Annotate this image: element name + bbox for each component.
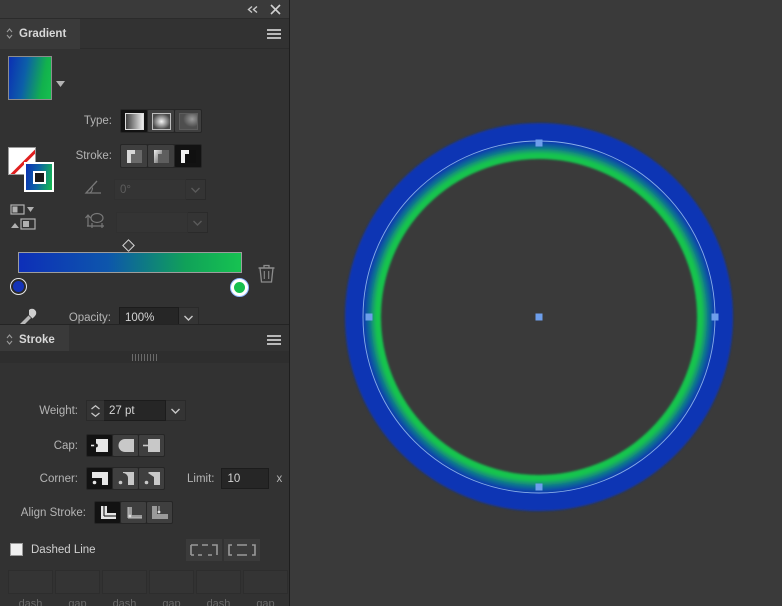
gap-field-1[interactable]: [55, 570, 100, 594]
panel-grip-icon: [6, 334, 13, 345]
dash-field-2[interactable]: [102, 570, 147, 594]
dash-field-1[interactable]: [8, 570, 53, 594]
angle-icon: [84, 179, 104, 200]
align-stroke-outside-button[interactable]: [147, 502, 172, 523]
linear-gradient-button[interactable]: [121, 110, 147, 132]
dash-caption-2: dash: [112, 598, 137, 606]
collapse-double-chevron-icon[interactable]: [243, 0, 263, 19]
miter-join-button[interactable]: [87, 468, 112, 489]
projecting-cap-button[interactable]: [139, 435, 164, 456]
gradient-slider-track[interactable]: [18, 252, 242, 273]
swatch-mode-icons[interactable]: [10, 204, 40, 235]
weight-label: Weight:: [39, 404, 78, 417]
gradient-angle-dropdown[interactable]: [186, 179, 206, 200]
limit-label: Limit:: [187, 472, 215, 485]
dash-gap-inputs: [8, 570, 288, 594]
align-stroke-buttons[interactable]: [94, 501, 173, 524]
gradient-stroke-buttons[interactable]: [120, 144, 202, 168]
gradient-preview-swatch[interactable]: [8, 56, 52, 100]
stroke-panel-body: Weight: 27 pt Cap: Corner: Limit: 10 x A…: [0, 351, 289, 606]
panel-menu-icon[interactable]: [267, 28, 281, 39]
dash-preset-buttons: [186, 539, 260, 561]
align-stroke-inside-button[interactable]: [121, 502, 146, 523]
gradient-aspect-dropdown[interactable]: [188, 212, 208, 233]
dashed-line-checkbox[interactable]: [10, 543, 23, 556]
gradient-panel-body: Type: Stroke: 0° Opacity: 100%: [0, 49, 289, 361]
gap-caption-3: gap: [256, 598, 275, 606]
dash-caption-3: dash: [206, 598, 231, 606]
radial-gradient-button[interactable]: [148, 110, 174, 132]
gradient-angle-row: 0°: [84, 179, 206, 200]
gradient-stroke-label: Stroke:: [75, 150, 112, 162]
gap-field-3[interactable]: [243, 570, 288, 594]
limit-unit: x: [276, 472, 283, 485]
dash-caption-1: dash: [18, 598, 43, 606]
panel-menu-icon[interactable]: [267, 334, 281, 345]
gradient-across-stroke-button[interactable]: [175, 145, 201, 167]
dashed-line-label: Dashed Line: [31, 543, 96, 556]
gradient-midpoint[interactable]: [122, 239, 135, 252]
corner-row: Corner: Limit: 10 x: [25, 467, 282, 490]
panel-grip-icon: [6, 28, 13, 39]
limit-field[interactable]: 10: [221, 468, 270, 489]
gradient-panel: Gradient Type: Stroke: 0° Opacity: 100%: [0, 18, 289, 361]
aspect-ratio-icon: [84, 211, 106, 234]
gradient-aspect-field[interactable]: [116, 212, 188, 233]
stroke-panel: Stroke Weight: 27 pt Cap: Corner: Limit:…: [0, 324, 289, 606]
gradient-panel-header: Gradient: [0, 18, 289, 49]
gradient-stop-start[interactable]: [10, 278, 27, 295]
panel-dock: Gradient Type: Stroke: 0° Opacity: 100% …: [0, 0, 290, 606]
tab-stroke[interactable]: Stroke: [0, 324, 69, 355]
gap-field-2[interactable]: [149, 570, 194, 594]
cap-label: Cap:: [53, 439, 78, 452]
align-dashes-to-corners-button[interactable]: [224, 539, 260, 561]
tab-gradient[interactable]: Gradient: [0, 18, 81, 49]
freeform-gradient-button[interactable]: [175, 110, 201, 132]
dock-titlebar: [0, 0, 289, 19]
circle-artwork[interactable]: [290, 0, 782, 606]
gradient-stop-end[interactable]: [230, 278, 249, 297]
opacity-label: Opacity:: [68, 311, 111, 324]
dashed-line-row: Dashed Line: [10, 543, 96, 556]
weight-field[interactable]: 27 pt: [104, 400, 166, 421]
trash-icon[interactable]: [258, 264, 275, 288]
stroke-panel-title: Stroke: [19, 333, 55, 346]
gradient-stroke-row: Stroke:: [52, 144, 202, 168]
weight-row: Weight: 27 pt: [26, 400, 186, 421]
align-stroke-row: Align Stroke:: [8, 501, 173, 524]
gap-caption-1: gap: [68, 598, 87, 606]
gradient-type-buttons[interactable]: [120, 109, 202, 133]
gradient-type-row: Type:: [68, 109, 202, 133]
cap-buttons[interactable]: [86, 434, 165, 457]
gradient-type-label: Type:: [83, 115, 112, 127]
cap-row: Cap:: [44, 434, 165, 457]
gradient-within-stroke-button[interactable]: [121, 145, 147, 167]
corner-buttons[interactable]: [86, 467, 165, 490]
corner-label: Corner:: [39, 472, 78, 485]
align-stroke-center-button[interactable]: [95, 502, 120, 523]
gradient-slider[interactable]: [10, 239, 249, 297]
preserve-exact-dash-gap-lengths-button[interactable]: [186, 539, 222, 561]
gap-caption-2: gap: [162, 598, 181, 606]
artboard-canvas[interactable]: [290, 0, 782, 606]
round-cap-button[interactable]: [113, 435, 138, 456]
align-stroke-label: Align Stroke:: [20, 506, 86, 519]
weight-dropdown[interactable]: [166, 400, 186, 421]
panel-resize-grip[interactable]: [0, 351, 289, 363]
close-icon[interactable]: [265, 0, 285, 19]
bevel-join-button[interactable]: [139, 468, 164, 489]
gradient-along-stroke-button[interactable]: [148, 145, 174, 167]
dash-gap-captions: dash gap dash gap dash gap: [8, 594, 288, 606]
gradient-angle-field[interactable]: 0°: [114, 179, 186, 200]
butt-cap-button[interactable]: [87, 435, 112, 456]
dash-gap-fields: dash gap dash gap dash gap: [8, 570, 288, 606]
gradient-aspect-row: [84, 211, 208, 234]
dash-field-3[interactable]: [196, 570, 241, 594]
stroke-swatch[interactable]: [24, 162, 54, 192]
round-join-button[interactable]: [113, 468, 138, 489]
gradient-panel-title: Gradient: [19, 27, 67, 40]
chevron-down-icon[interactable]: [56, 74, 65, 92]
weight-stepper[interactable]: [86, 400, 104, 421]
